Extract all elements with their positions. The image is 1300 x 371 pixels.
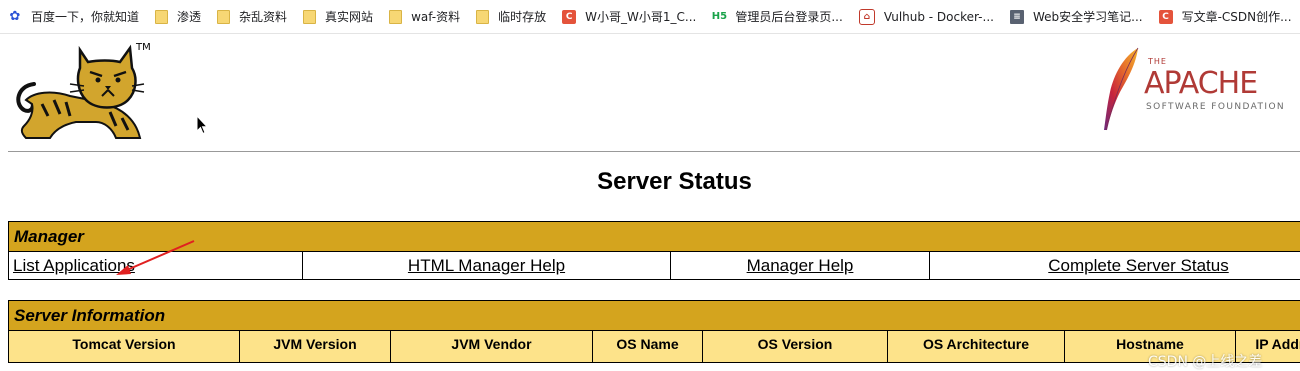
annotation-arrow-icon	[110, 239, 200, 279]
bookmark-folder-zhenshi[interactable]: 真实网站	[295, 0, 381, 33]
folder-icon	[155, 10, 168, 24]
page-title: Server Status	[0, 168, 1300, 196]
column-header-os-name: OS Name	[593, 331, 703, 363]
trademark-label: TM	[136, 42, 151, 53]
docker-icon: ⌂	[859, 9, 875, 25]
bookmark-folder-waf[interactable]: waf-资料	[381, 0, 468, 33]
apache-logo: THE APACHE SOFTWARE FOUNDATION	[1098, 46, 1300, 132]
bookmark-admin-login[interactable]: H5管理员后台登录页...	[704, 0, 850, 33]
column-header-os-version: OS Version	[703, 331, 888, 363]
bookmark-folder-linshi[interactable]: 临时存放	[468, 0, 554, 33]
column-header-os-architecture: OS Architecture	[888, 331, 1065, 363]
apache-the-label: THE	[1148, 57, 1167, 66]
manager-section-title: Manager	[9, 222, 1300, 252]
manager-link-cell: HTML Manager Help	[303, 252, 671, 280]
folder-icon	[303, 10, 316, 24]
apache-subtitle-label: SOFTWARE FOUNDATION	[1146, 102, 1285, 112]
folder-icon	[389, 10, 402, 24]
tomcat-logo	[12, 42, 146, 142]
bookmark-vulhub[interactable]: ⌂Vulhub - Docker-...	[851, 0, 1002, 33]
bookmark-folder-zaluan[interactable]: 杂乱资料	[209, 0, 295, 33]
bookmark-csdn-write[interactable]: C写文章-CSDN创作...	[1151, 0, 1300, 33]
header-divider	[8, 151, 1300, 152]
bookmark-baidu[interactable]: ✿百度一下，你就知道	[0, 0, 147, 33]
apache-feather-icon	[1098, 46, 1144, 132]
html-manager-help-link[interactable]: HTML Manager Help	[408, 256, 565, 275]
complete-server-status-link[interactable]: Complete Server Status	[1048, 256, 1228, 275]
folder-icon	[476, 10, 489, 24]
bookmark-web-security-notes[interactable]: ≡Web安全学习笔记...	[1002, 0, 1151, 33]
apache-name-label: APACHE	[1144, 66, 1257, 101]
manager-link-cell: Manager Help	[671, 252, 930, 280]
h5-icon: H5	[712, 10, 726, 24]
server-information-section-title: Server Information	[9, 301, 1300, 331]
paw-icon: ✿	[8, 10, 22, 24]
column-header-tomcat-version: Tomcat Version	[9, 331, 240, 363]
column-header-jvm-version: JVM Version	[240, 331, 391, 363]
folder-icon	[217, 10, 230, 24]
column-header-jvm-vendor: JVM Vendor	[391, 331, 593, 363]
csdn-icon: C	[562, 10, 576, 24]
csdn-watermark: CSDN @上线之差	[1148, 351, 1262, 371]
manager-help-link[interactable]: Manager Help	[747, 256, 854, 275]
page-content: TM THE APACHE SOFTWARE FOUNDATION Server…	[0, 34, 1300, 346]
manager-link-cell: Complete Server Status	[930, 252, 1300, 280]
manager-table: Manager List Applications HTML Manager H…	[8, 221, 1300, 280]
bookmarks-bar: ✿百度一下，你就知道 渗透 杂乱资料 真实网站 waf-资料 临时存放 CW小哥…	[0, 0, 1300, 34]
mouse-cursor-icon	[196, 115, 208, 135]
server-information-table: Server Information Tomcat Version JVM Ve…	[8, 300, 1300, 363]
csdn-icon: C	[1159, 10, 1173, 24]
document-icon: ≡	[1010, 10, 1024, 24]
bookmark-csdn-w[interactable]: CW小哥_W小哥1_C...	[554, 0, 704, 33]
bookmark-folder-shentou[interactable]: 渗透	[147, 0, 209, 33]
